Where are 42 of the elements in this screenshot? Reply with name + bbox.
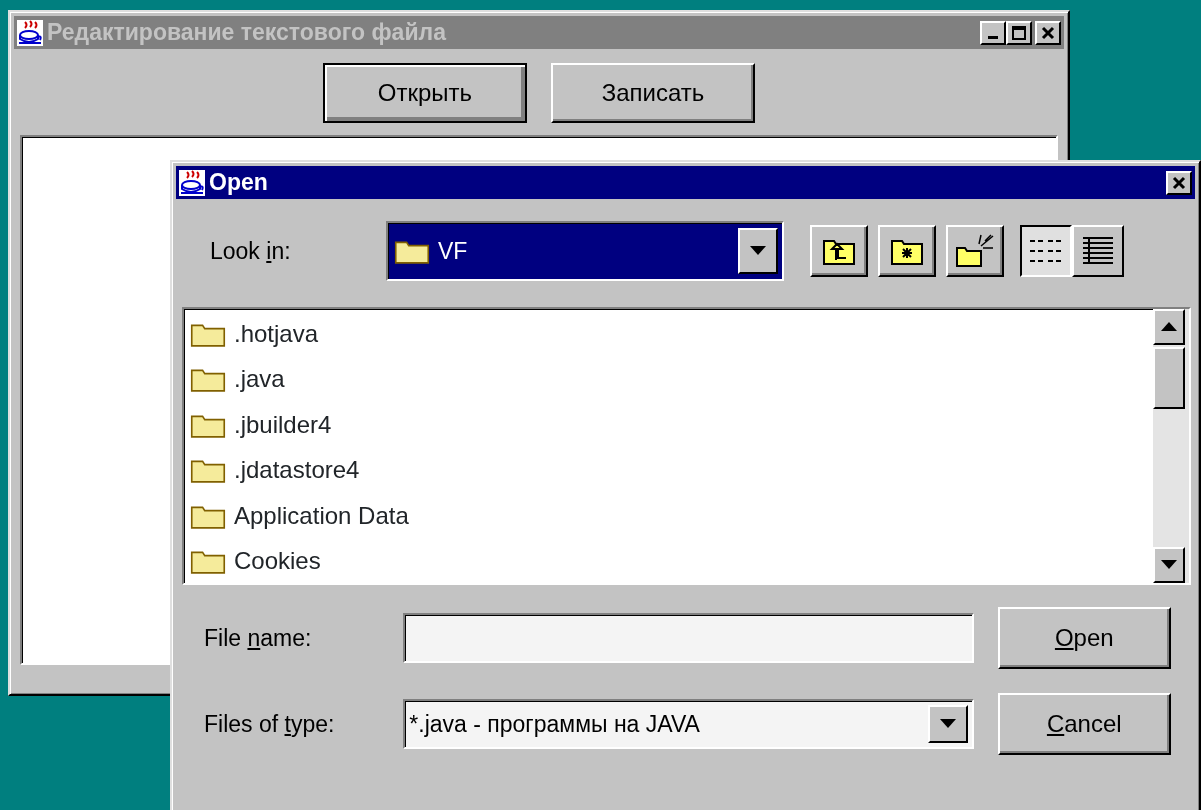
scroll-thumb[interactable]	[1153, 347, 1185, 409]
details-view-button[interactable]	[1072, 225, 1124, 277]
minimize-icon	[988, 35, 998, 39]
list-view-button[interactable]	[1020, 225, 1072, 277]
field-value: *.java - программы на JAVA	[409, 709, 701, 739]
scrollbar[interactable]	[1153, 309, 1189, 583]
coffee-cup-icon	[179, 169, 205, 196]
file-type-label: Files of type:	[204, 709, 336, 739]
dialog-button[interactable]: Записать	[551, 63, 755, 123]
minimize-button[interactable]	[980, 20, 1006, 45]
look-in-dropdown[interactable]: VF	[386, 221, 784, 281]
window-title: Редактирование текстового файла	[47, 18, 448, 48]
window-title: Open	[209, 168, 269, 198]
file-name[interactable]: Application Data	[234, 497, 409, 534]
home-button[interactable]	[946, 225, 1004, 277]
file-name-field[interactable]	[403, 613, 974, 663]
dialog-button[interactable]: Открыть	[323, 63, 527, 123]
scroll-up-icon[interactable]	[1153, 309, 1185, 345]
file-type-dropdown[interactable]: *.java - программы на JAVA	[403, 699, 974, 749]
file-name-label: File name:	[204, 623, 313, 653]
close-icon	[1172, 175, 1186, 190]
close-button[interactable]	[1166, 170, 1192, 195]
file-name[interactable]: .java	[234, 361, 285, 398]
scroll-down-icon[interactable]	[1153, 547, 1185, 583]
look-in-label: Look in:	[210, 236, 292, 266]
folder-sparkle-icon	[955, 234, 995, 268]
up-folder-button[interactable]	[810, 225, 868, 277]
new-folder-button[interactable]	[878, 225, 936, 277]
dropdown-value: VF	[438, 236, 469, 266]
file-name[interactable]: Cookies	[234, 543, 321, 580]
maximize-icon	[1012, 25, 1026, 40]
coffee-cup-icon	[17, 19, 43, 46]
details-view-icon	[1081, 235, 1115, 267]
file-name[interactable]: .jdatastore4	[234, 452, 360, 489]
file-list[interactable]: .hotjava .java .jbuilder4 .jdatastore4 Application Data Cookies	[182, 307, 1191, 585]
file-name[interactable]: .jbuilder4	[234, 406, 332, 443]
maximize-button[interactable]	[1006, 20, 1032, 45]
close-button[interactable]	[1035, 20, 1061, 45]
open-button[interactable]: Open	[997, 607, 1171, 669]
cancel-button[interactable]: Cancel	[997, 693, 1171, 755]
close-icon	[1041, 25, 1055, 40]
file-name[interactable]: .hotjava	[234, 315, 319, 352]
